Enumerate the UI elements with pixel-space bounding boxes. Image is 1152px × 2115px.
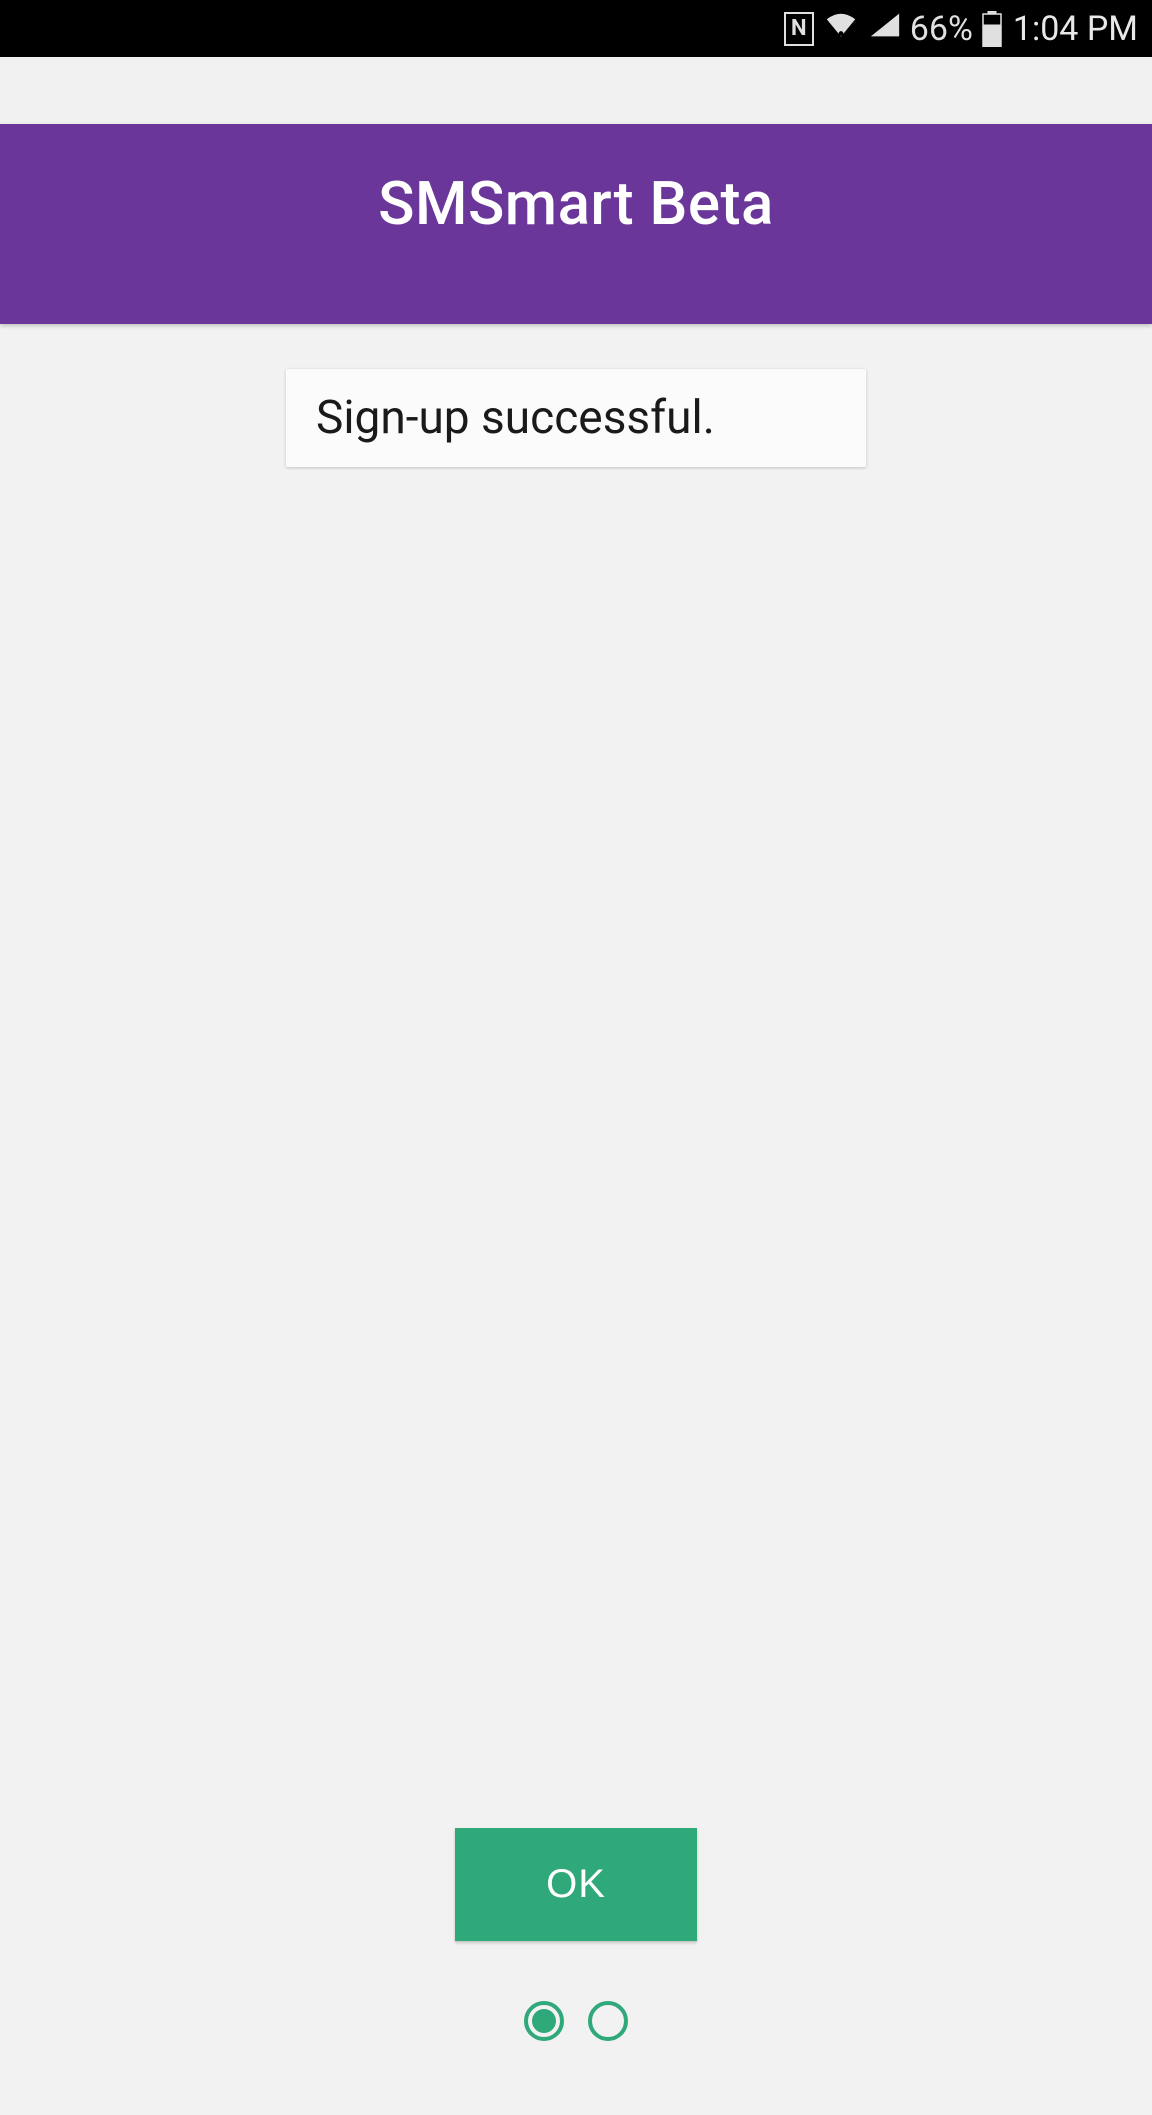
message-text: Sign-up successful. (316, 391, 836, 445)
ok-button[interactable]: OK (455, 1828, 697, 1941)
signal-icon (868, 9, 902, 49)
status-bar: 66% 1:04 PM (0, 0, 1152, 57)
page-dot-active[interactable] (524, 2001, 564, 2041)
battery-icon (981, 11, 1003, 47)
app-title: SMSmart Beta (378, 168, 774, 239)
page-dot-inactive[interactable] (588, 2001, 628, 2041)
page-indicator (524, 2001, 628, 2041)
message-card: Sign-up successful. (286, 369, 866, 467)
wifi-icon (822, 7, 860, 50)
app-content: SMSmart Beta Sign-up successful. OK (0, 124, 1152, 2115)
battery-percent: 66% (910, 9, 973, 49)
nfc-icon (784, 12, 814, 46)
status-time: 1:04 PM (1013, 9, 1138, 49)
app-header: SMSmart Beta (0, 124, 1152, 324)
